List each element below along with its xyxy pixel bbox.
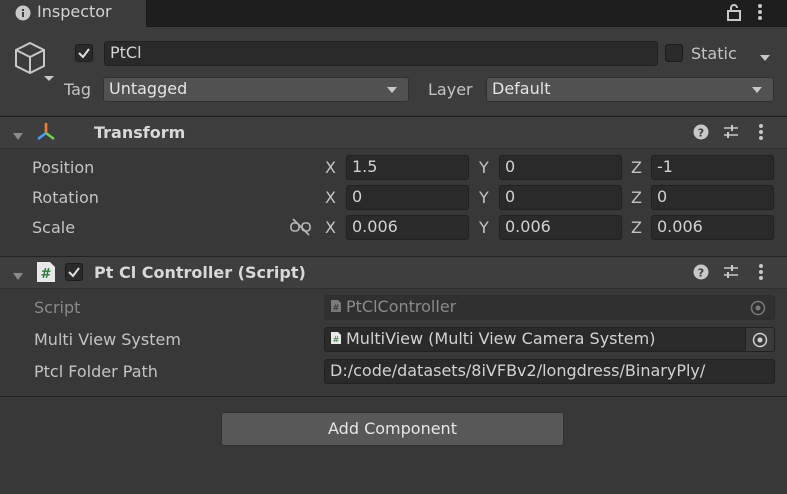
- script-object-value: PtClController: [346, 297, 457, 316]
- chevron-down-icon: [752, 87, 762, 93]
- scale-z-label[interactable]: Z: [631, 218, 642, 237]
- tab-inspector[interactable]: Inspector: [0, 0, 147, 27]
- layer-label: Layer: [428, 80, 473, 99]
- rotation-y-field[interactable]: 0: [499, 185, 622, 210]
- component-menu-icon[interactable]: [756, 263, 766, 285]
- object-name-field[interactable]: PtCl: [104, 41, 658, 66]
- scale-z-field[interactable]: 0.006: [651, 215, 774, 240]
- object-picker-icon: [750, 300, 766, 319]
- script-enabled-checkbox[interactable]: [65, 263, 83, 281]
- position-y-field[interactable]: 0: [499, 155, 622, 180]
- position-x-label[interactable]: X: [325, 158, 336, 177]
- chevron-down-icon: [387, 87, 397, 93]
- info-icon: [15, 5, 31, 25]
- rotation-z-field[interactable]: 0: [651, 185, 774, 210]
- help-icon[interactable]: ?: [693, 264, 709, 284]
- tab-label: Inspector: [37, 2, 112, 21]
- preset-icon[interactable]: [722, 123, 740, 145]
- position-label: Position: [32, 158, 95, 177]
- rotation-label: Rotation: [32, 188, 99, 207]
- ptcl-folder-path-field[interactable]: D:/code/datasets/8iVFBv2/longdress/Binar…: [324, 359, 775, 384]
- svg-text:#: #: [333, 335, 340, 344]
- more-menu-icon[interactable]: [755, 3, 765, 25]
- script-label: Script: [34, 298, 81, 317]
- scale-y-label[interactable]: Y: [479, 218, 489, 237]
- position-z-field[interactable]: -1: [651, 155, 774, 180]
- static-dropdown-icon[interactable]: [759, 48, 771, 67]
- cube-icon[interactable]: [12, 40, 58, 86]
- scale-x-field[interactable]: 0.006: [346, 215, 469, 240]
- svg-text:#: #: [41, 267, 52, 282]
- svg-text:#: #: [333, 303, 340, 312]
- position-z-label[interactable]: Z: [631, 158, 642, 177]
- rotation-y-label[interactable]: Y: [479, 188, 489, 207]
- static-label: Static: [691, 44, 737, 63]
- script-title: Pt Cl Controller (Script): [94, 263, 306, 282]
- lock-icon[interactable]: [726, 3, 742, 25]
- scale-label: Scale: [32, 218, 76, 237]
- rotation-x-label[interactable]: X: [325, 188, 336, 207]
- layer-dropdown[interactable]: Default: [486, 77, 774, 102]
- transform-title: Transform: [94, 123, 186, 142]
- help-icon[interactable]: ?: [693, 124, 709, 144]
- component-menu-icon[interactable]: [756, 123, 766, 145]
- rotation-z-label[interactable]: Z: [631, 188, 642, 207]
- script-file-icon: #: [330, 329, 342, 351]
- position-x-field[interactable]: 1.5: [346, 155, 469, 180]
- multi-view-system-label: Multi View System: [34, 330, 181, 349]
- scale-y-field[interactable]: 0.006: [499, 215, 622, 240]
- constrain-proportions-icon[interactable]: [290, 218, 312, 240]
- add-component-button[interactable]: Add Component: [221, 412, 564, 446]
- foldout-arrow-icon[interactable]: [12, 127, 24, 146]
- tag-value: Untagged: [109, 79, 188, 98]
- multi-view-system-field[interactable]: # MultiView (Multi View Camera System): [324, 327, 775, 352]
- component-divider: [0, 396, 787, 397]
- foldout-arrow-icon[interactable]: [12, 267, 24, 286]
- active-checkbox[interactable]: [75, 44, 93, 62]
- static-checkbox[interactable]: [665, 44, 683, 62]
- object-picker-icon[interactable]: [745, 328, 774, 351]
- script-object-field: # PtClController: [324, 295, 775, 320]
- tag-label: Tag: [64, 80, 92, 99]
- svg-text:?: ?: [698, 267, 704, 280]
- ptcl-folder-path-label: Ptcl Folder Path: [34, 362, 158, 381]
- rotation-x-field[interactable]: 0: [346, 185, 469, 210]
- position-y-label[interactable]: Y: [479, 158, 489, 177]
- transform-icon: [35, 121, 57, 147]
- svg-text:?: ?: [698, 127, 704, 140]
- scale-x-label[interactable]: X: [325, 218, 336, 237]
- multi-view-system-value: MultiView (Multi View Camera System): [346, 329, 656, 348]
- script-file-icon: #: [330, 297, 342, 319]
- tag-dropdown[interactable]: Untagged: [103, 77, 409, 102]
- preset-icon[interactable]: [722, 263, 740, 285]
- script-file-icon: #: [36, 261, 56, 287]
- layer-value: Default: [492, 79, 551, 98]
